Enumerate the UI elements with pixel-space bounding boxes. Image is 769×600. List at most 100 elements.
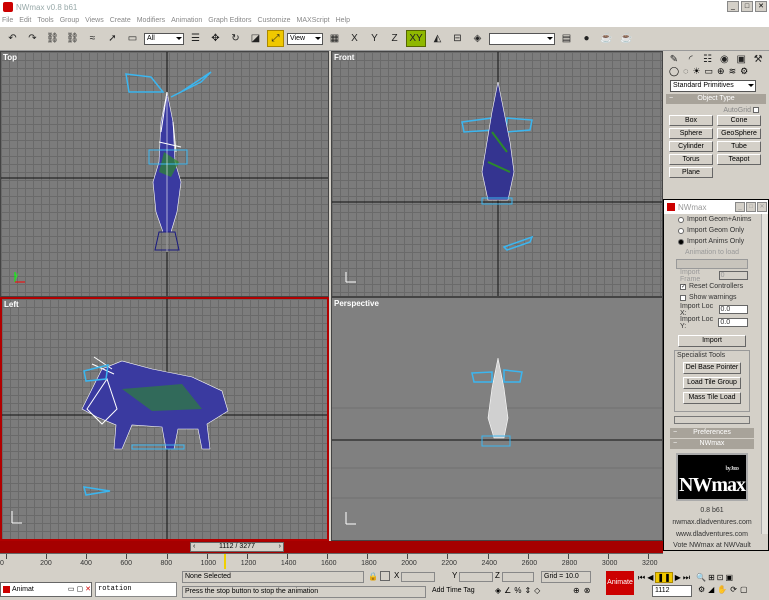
restore-icon[interactable]: ▭ bbox=[68, 585, 75, 595]
axis-x-icon[interactable]: X bbox=[346, 30, 363, 47]
animate-button[interactable]: Animate bbox=[606, 571, 634, 595]
zoom-extents-icon[interactable]: ⊡ bbox=[717, 573, 724, 582]
close-button[interactable]: ✕ bbox=[755, 1, 767, 12]
nwmax-close-button[interactable]: ✕ bbox=[757, 202, 767, 212]
time-configuration-icon[interactable]: ⚙ bbox=[698, 585, 705, 597]
helpers-icon[interactable]: ⊕ bbox=[717, 66, 725, 77]
rotate-icon[interactable]: ↻ bbox=[227, 30, 244, 47]
import-option-geom-anims[interactable]: Import Geom+Anims bbox=[664, 214, 760, 225]
named-selection-dropdown[interactable] bbox=[489, 32, 555, 45]
nwmax-maximize-button[interactable]: □ bbox=[746, 202, 756, 212]
import-option-geom-only[interactable]: Import Geom Only bbox=[664, 225, 760, 236]
create-tab-icon[interactable]: ✎ bbox=[667, 53, 681, 65]
menu-views[interactable]: Views bbox=[85, 17, 104, 24]
minimize-button[interactable]: _ bbox=[727, 1, 739, 12]
utilities-tab-icon[interactable]: ⚒ bbox=[751, 53, 765, 65]
import-frame-spinner[interactable]: 0 bbox=[718, 271, 748, 280]
zoom-extents-all-icon[interactable]: ▣ bbox=[726, 573, 734, 582]
systems-icon[interactable]: ⚙ bbox=[740, 66, 748, 77]
set-key-icon[interactable]: ⊕ bbox=[573, 586, 580, 595]
modify-tab-icon[interactable]: ◜ bbox=[684, 53, 698, 65]
shapes-icon[interactable]: ◌ bbox=[683, 66, 688, 77]
link-icon[interactable]: ⛓ bbox=[44, 30, 61, 47]
cameras-icon[interactable]: ▭ bbox=[705, 66, 714, 77]
scale-icon[interactable]: ◪ bbox=[247, 30, 264, 47]
menu-maxscript[interactable]: MAXScript bbox=[297, 17, 330, 24]
menu-file[interactable]: File bbox=[2, 17, 13, 24]
hierarchy-tab-icon[interactable]: ☷ bbox=[701, 53, 715, 65]
maximize-icon[interactable]: ▢ bbox=[77, 585, 84, 595]
cone-button[interactable]: Cone bbox=[717, 115, 761, 126]
time-slider[interactable]: ‹ 1112 / 3277 › bbox=[190, 542, 284, 552]
motion-tab-icon[interactable]: ◉ bbox=[717, 53, 731, 65]
lock-selection-icon[interactable]: 🔒 bbox=[368, 572, 378, 581]
current-frame-field[interactable]: 1112 bbox=[652, 585, 692, 597]
slider-next-icon[interactable]: › bbox=[279, 543, 281, 551]
material-icon[interactable]: ◈ bbox=[469, 30, 486, 47]
viewport-top[interactable]: Top y bbox=[0, 51, 329, 297]
import-loc-x-spinner[interactable]: 0.0 bbox=[718, 305, 748, 314]
render-scene-icon[interactable]: ☕ bbox=[598, 30, 615, 47]
nwmax-scrollbar[interactable] bbox=[761, 214, 768, 534]
field-of-view-icon[interactable]: ◢ bbox=[708, 585, 714, 597]
menu-graph-editors[interactable]: Graph Editors bbox=[208, 17, 251, 24]
bind-space-warp-icon[interactable]: ≈ bbox=[84, 30, 101, 47]
axis-xy-button[interactable]: XY bbox=[406, 30, 426, 47]
track-view-icon[interactable]: ▤ bbox=[558, 30, 575, 47]
key-filter-icon[interactable]: ⊗ bbox=[584, 586, 591, 595]
maxscript-listener-input[interactable]: rotation bbox=[95, 582, 177, 597]
mirror-icon[interactable]: ◭ bbox=[429, 30, 446, 47]
import-loc-y-spinner[interactable]: 0.0 bbox=[718, 318, 748, 327]
teapot-button[interactable]: Teapot bbox=[717, 154, 761, 165]
tube-button[interactable]: Tube bbox=[717, 141, 761, 152]
unlink-icon[interactable]: ⛓ bbox=[64, 30, 81, 47]
zoom-icon[interactable]: 🔍 bbox=[696, 573, 706, 582]
move-icon[interactable]: ✥ bbox=[207, 30, 224, 47]
y-coord-field[interactable] bbox=[459, 572, 493, 582]
arc-rotate-icon[interactable]: ⟳ bbox=[730, 585, 737, 597]
add-time-tag[interactable]: Add Time Tag bbox=[430, 586, 490, 598]
redo-icon[interactable]: ↷ bbox=[24, 30, 41, 47]
menu-help[interactable]: Help bbox=[336, 17, 350, 24]
select-icon[interactable]: ➚ bbox=[104, 30, 121, 47]
pan-icon[interactable]: ✋ bbox=[717, 585, 727, 597]
timeline-ruler[interactable]: 0 200 400 600 800 1000 1200 1400 1600 1800 2000 220… bbox=[0, 553, 663, 570]
del-base-pointer-button[interactable]: Del Base Pointer bbox=[683, 362, 741, 374]
menu-tools[interactable]: Tools bbox=[37, 17, 53, 24]
go-to-start-icon[interactable]: ⏮ bbox=[638, 573, 645, 583]
pivot-center-icon[interactable]: ▦ bbox=[326, 30, 343, 47]
previous-frame-icon[interactable]: ◀ bbox=[647, 573, 653, 582]
select-by-name-icon[interactable]: ☰ bbox=[187, 30, 204, 47]
snap-icon[interactable]: ◈ bbox=[495, 586, 501, 595]
select-region-icon[interactable]: ▭ bbox=[124, 30, 141, 47]
nwmax-rollout-header[interactable]: NWmax bbox=[670, 439, 754, 449]
viewport-perspective[interactable]: Perspective bbox=[331, 297, 663, 541]
minimized-window[interactable]: Animat ▭ ▢ ✕ bbox=[0, 582, 92, 597]
primitive-category-dropdown[interactable]: Standard Primitives bbox=[670, 80, 756, 92]
viewport-front[interactable]: Front bbox=[331, 51, 663, 297]
percent-snap-icon[interactable]: % bbox=[514, 586, 521, 595]
zoom-all-icon[interactable]: ⊞ bbox=[708, 573, 715, 582]
edit-selection-icon[interactable]: ◇ bbox=[534, 586, 540, 595]
align-icon[interactable]: ⊟ bbox=[449, 30, 466, 47]
next-frame-icon[interactable]: ▶ bbox=[675, 573, 681, 582]
object-type-header[interactable]: Object Type bbox=[666, 94, 766, 104]
close-icon[interactable]: ✕ bbox=[85, 585, 91, 595]
lights-icon[interactable]: ☀ bbox=[692, 66, 700, 77]
reference-coordinate-dropdown[interactable]: View bbox=[287, 32, 323, 45]
menu-create[interactable]: Create bbox=[110, 17, 131, 24]
menu-customize[interactable]: Customize bbox=[257, 17, 290, 24]
autogrid-checkbox[interactable] bbox=[753, 107, 759, 113]
geosphere-button[interactable]: GeoSphere bbox=[717, 128, 761, 139]
slider-prev-icon[interactable]: ‹ bbox=[193, 543, 195, 551]
sphere-button[interactable]: Sphere bbox=[669, 128, 713, 139]
mass-tile-load-button[interactable]: Mass Tile Load bbox=[683, 392, 741, 404]
geometry-icon[interactable]: ◯ bbox=[669, 66, 679, 77]
axis-y-icon[interactable]: Y bbox=[366, 30, 383, 47]
website-link-1[interactable]: nwmax.dladventures.com bbox=[664, 517, 760, 529]
cylinder-button[interactable]: Cylinder bbox=[669, 141, 713, 152]
load-tile-group-button[interactable]: Load Tile Group bbox=[683, 377, 741, 389]
vote-link[interactable]: Vote NWmax at NWVault bbox=[664, 541, 760, 549]
stop-button-icon[interactable]: ❚❚ bbox=[655, 572, 673, 583]
box-button[interactable]: Box bbox=[669, 115, 713, 126]
